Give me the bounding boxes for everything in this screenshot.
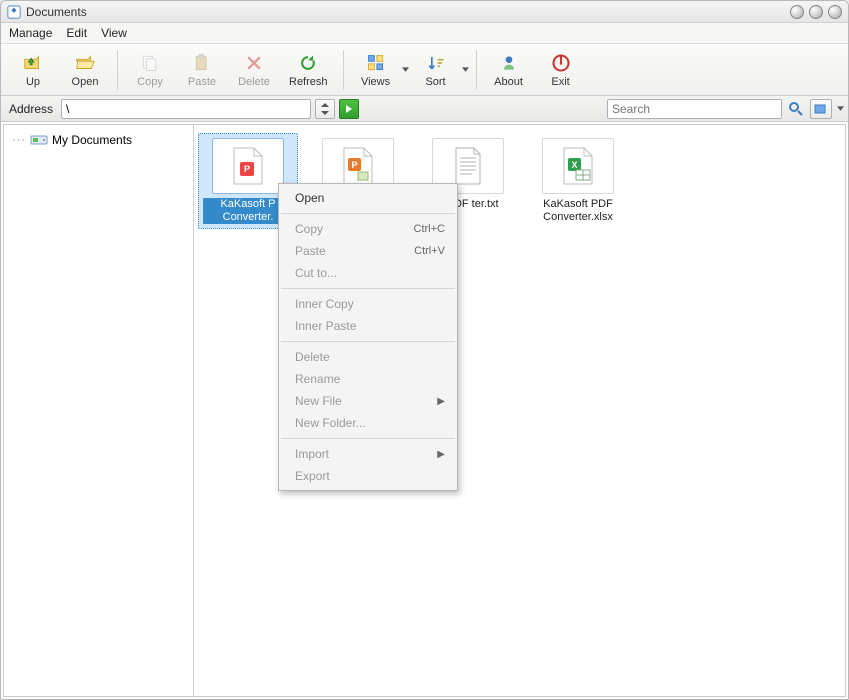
tree-connector-icon: ··· — [12, 134, 26, 146]
drive-icon — [30, 133, 48, 147]
refresh-label: Refresh — [289, 76, 328, 88]
context-menu-separator — [281, 213, 455, 214]
paste-label: Paste — [188, 76, 216, 88]
file-item[interactable]: X KaKasoft PDF Converter.xlsx — [528, 133, 628, 229]
svg-text:P: P — [351, 160, 357, 170]
txt-icon — [450, 146, 486, 186]
svg-text:P: P — [244, 164, 250, 174]
open-icon — [74, 52, 96, 74]
open-button[interactable]: Open — [61, 47, 109, 93]
menubar: Manage Edit View — [1, 23, 848, 44]
app-icon — [7, 5, 21, 19]
paste-button[interactable]: Paste — [178, 47, 226, 93]
toolbar-separator — [117, 50, 118, 90]
toolbar-separator — [343, 50, 344, 90]
cm-import[interactable]: Import▶ — [279, 443, 457, 465]
body: ··· My Documents P KaKasoft P Converter.… — [3, 124, 846, 697]
tree-root-label: My Documents — [52, 133, 132, 147]
context-menu-separator — [281, 438, 455, 439]
file-name: KaKasoft PDF Converter.xlsx — [533, 198, 623, 224]
cm-rename[interactable]: Rename — [279, 368, 457, 390]
up-icon — [22, 52, 44, 74]
context-menu-separator — [281, 288, 455, 289]
views-icon — [365, 52, 387, 74]
pdf-icon: P — [230, 146, 266, 186]
menu-view[interactable]: View — [101, 26, 127, 40]
menu-edit[interactable]: Edit — [66, 26, 87, 40]
search-scope-dropdown[interactable] — [836, 106, 844, 111]
up-label: Up — [26, 76, 40, 88]
chevron-right-icon: ▶ — [437, 449, 445, 460]
svg-text:X: X — [571, 160, 577, 170]
window-close-button[interactable] — [828, 5, 842, 19]
cm-delete[interactable]: Delete — [279, 346, 457, 368]
sort-icon — [425, 52, 447, 74]
up-button[interactable]: Up — [9, 47, 57, 93]
delete-label: Delete — [238, 76, 270, 88]
window-maximize-button[interactable] — [809, 5, 823, 19]
search-button[interactable] — [786, 99, 806, 119]
cm-new-file[interactable]: New File▶ — [279, 390, 457, 412]
xls-icon: X — [560, 146, 596, 186]
copy-button[interactable]: Copy — [126, 47, 174, 93]
exit-button[interactable]: Exit — [537, 47, 585, 93]
paste-icon — [191, 52, 213, 74]
search-scope-button[interactable] — [810, 99, 832, 119]
refresh-icon — [297, 52, 319, 74]
cm-new-folder[interactable]: New Folder... — [279, 412, 457, 434]
context-menu-separator — [281, 341, 455, 342]
delete-icon — [243, 52, 265, 74]
refresh-button[interactable]: Refresh — [282, 47, 335, 93]
window-title: Documents — [26, 5, 87, 19]
about-button[interactable]: About — [485, 47, 533, 93]
toolbar: Up Open Copy Paste Delete Refresh Views — [1, 44, 848, 96]
sort-label: Sort — [425, 76, 445, 88]
cm-cut-to[interactable]: Cut to... — [279, 262, 457, 284]
address-input[interactable] — [61, 99, 311, 119]
address-label: Address — [5, 102, 57, 116]
cm-open[interactable]: Open — [279, 187, 457, 209]
context-menu: Open CopyCtrl+C PasteCtrl+V Cut to... In… — [278, 183, 458, 491]
cm-inner-paste[interactable]: Inner Paste — [279, 315, 457, 337]
copy-label: Copy — [137, 76, 163, 88]
sort-dropdown[interactable] — [462, 67, 470, 72]
copy-icon — [139, 52, 161, 74]
toolbar-separator — [476, 50, 477, 90]
sort-button[interactable]: Sort — [412, 47, 460, 93]
sidebar: ··· My Documents — [4, 125, 194, 696]
exit-label: Exit — [551, 76, 569, 88]
delete-button[interactable]: Delete — [230, 47, 278, 93]
cm-paste[interactable]: PasteCtrl+V — [279, 240, 457, 262]
address-go-button[interactable] — [339, 99, 359, 119]
search-input[interactable] — [607, 99, 782, 119]
cm-export[interactable]: Export — [279, 465, 457, 487]
titlebar: Documents — [1, 1, 848, 23]
about-label: About — [494, 76, 523, 88]
chevron-right-icon: ▶ — [437, 396, 445, 407]
window-minimize-button[interactable] — [790, 5, 804, 19]
file-view[interactable]: P KaKasoft P Converter. P ft PDF ter.txt… — [194, 125, 845, 696]
views-label: Views — [361, 76, 390, 88]
ppt-icon: P — [340, 146, 376, 186]
menu-manage[interactable]: Manage — [9, 26, 52, 40]
exit-icon — [550, 52, 572, 74]
addressbar: Address — [1, 96, 848, 122]
views-dropdown[interactable] — [402, 67, 410, 72]
open-label: Open — [72, 76, 99, 88]
tree-root[interactable]: ··· My Documents — [8, 131, 189, 149]
about-icon — [498, 52, 520, 74]
window: Documents Manage Edit View Up Open Copy … — [0, 0, 849, 700]
views-button[interactable]: Views — [352, 47, 400, 93]
cm-copy[interactable]: CopyCtrl+C — [279, 218, 457, 240]
address-history-button[interactable] — [315, 99, 335, 119]
cm-inner-copy[interactable]: Inner Copy — [279, 293, 457, 315]
